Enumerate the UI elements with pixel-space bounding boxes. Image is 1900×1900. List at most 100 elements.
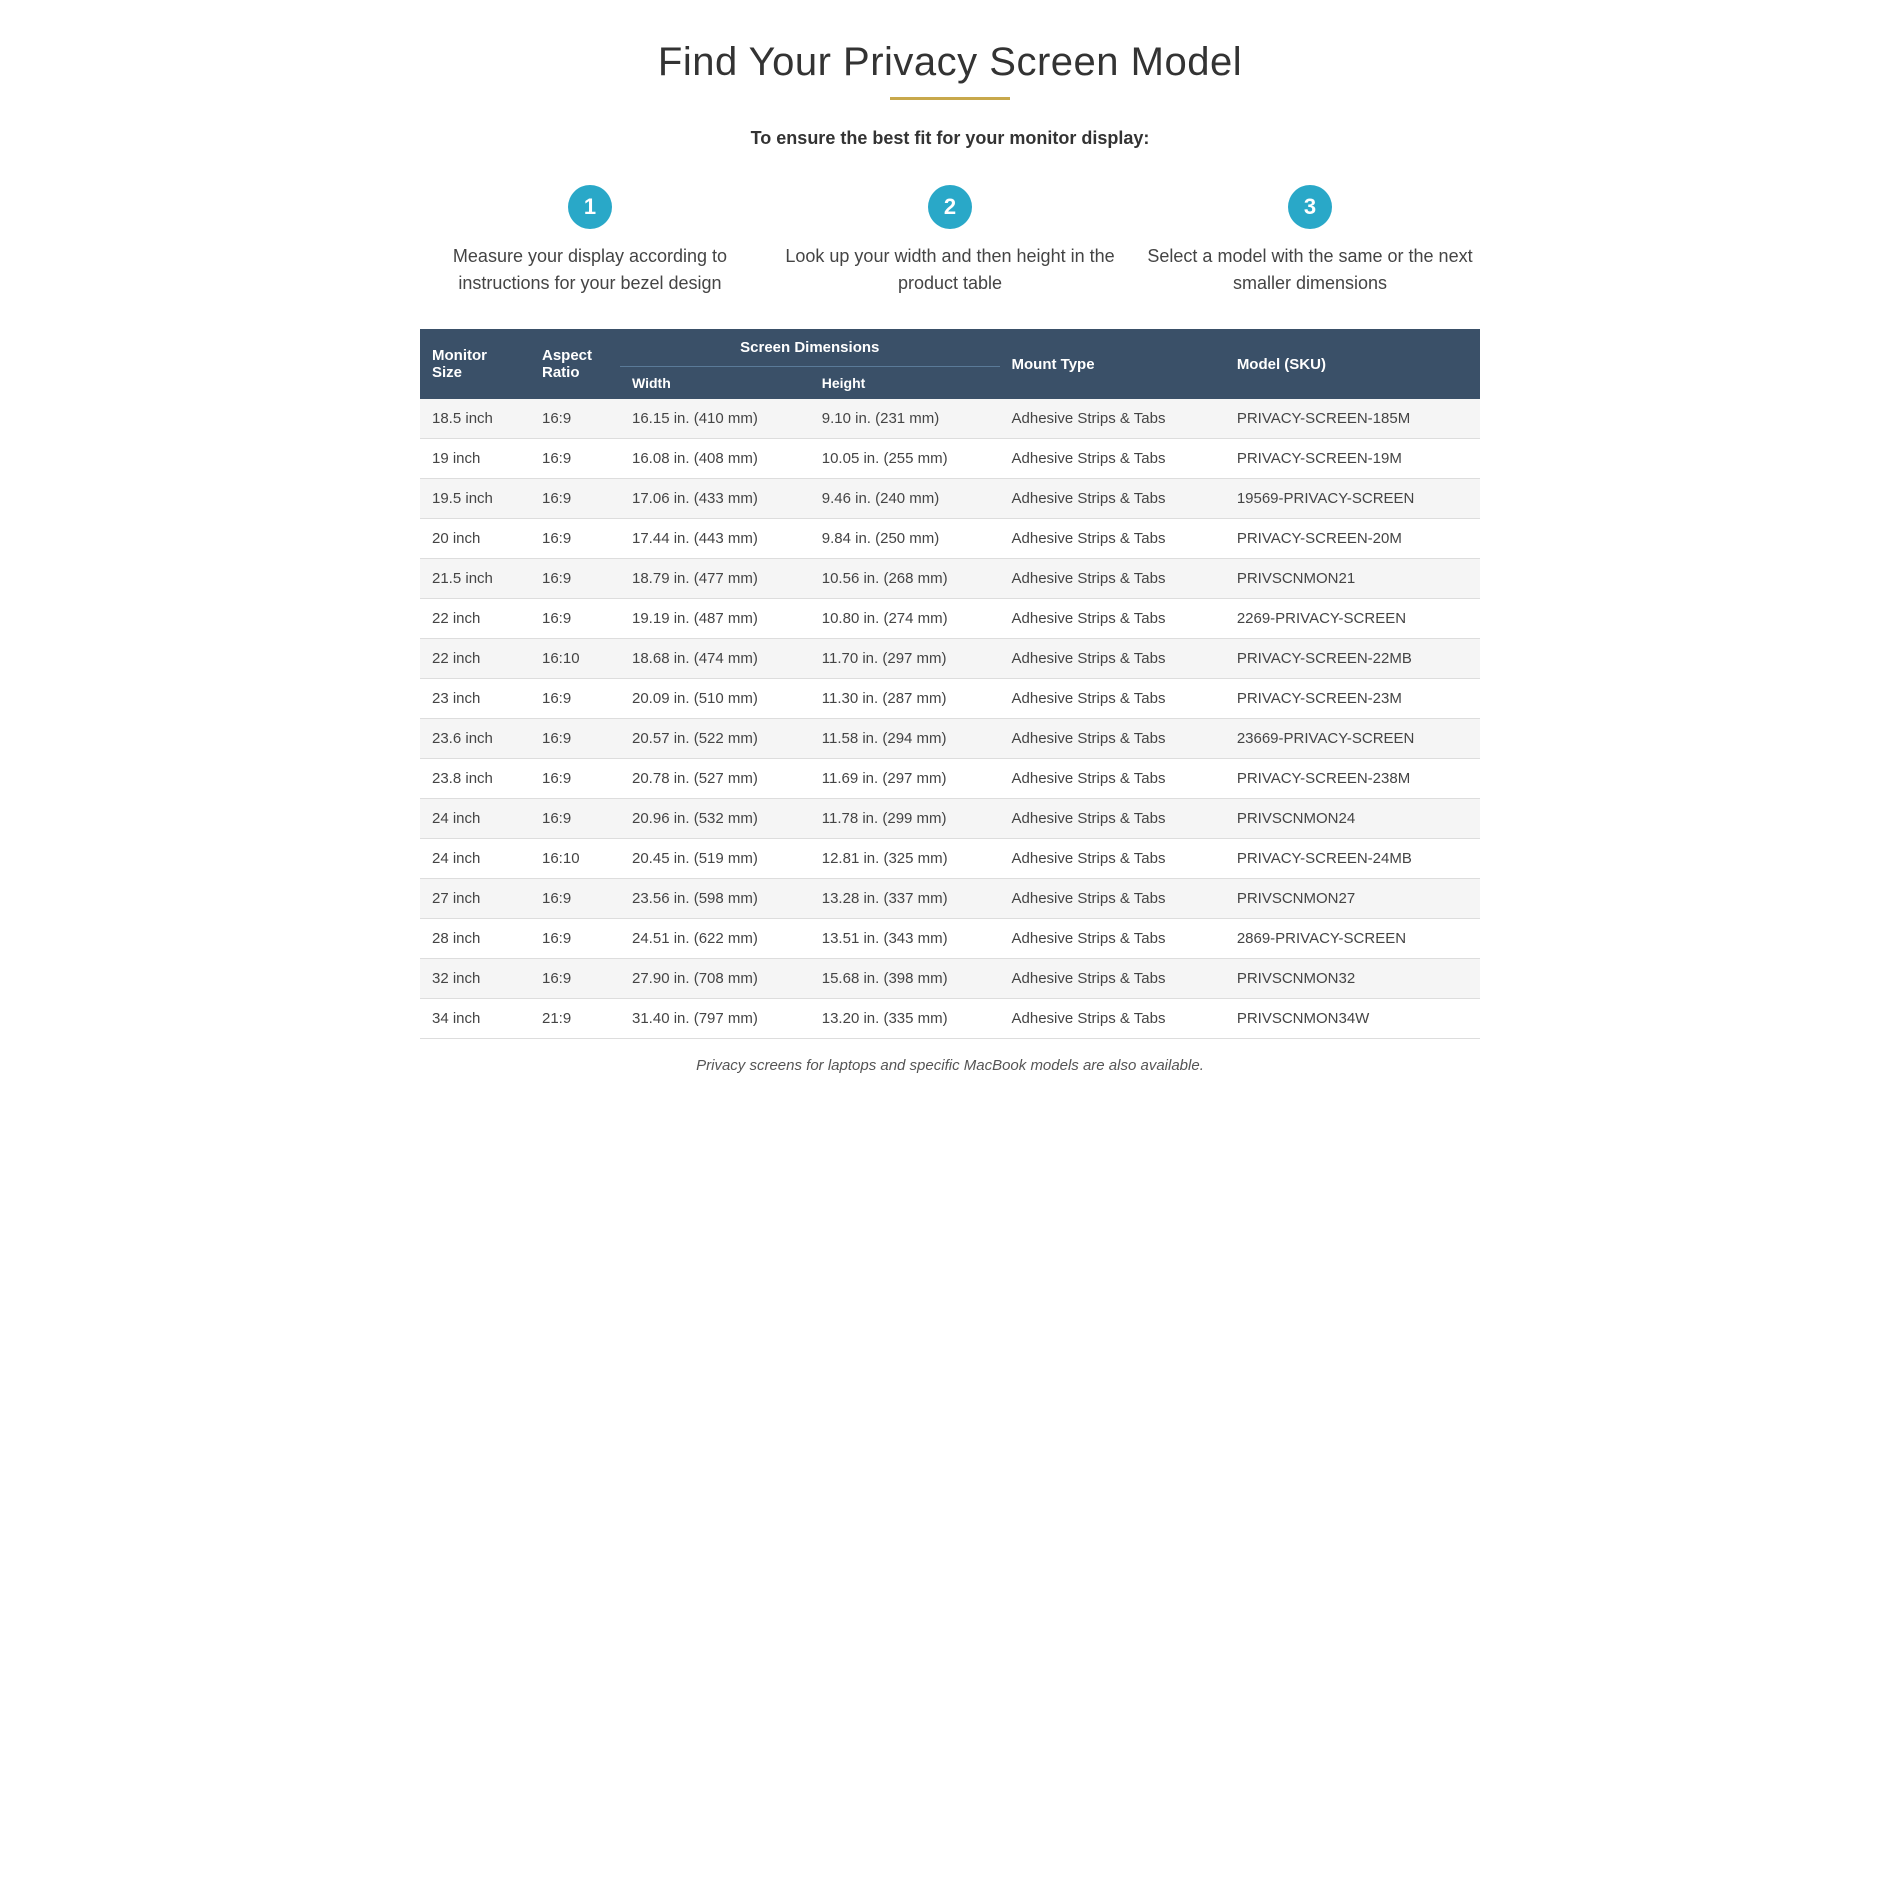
cell-mount-type: Adhesive Strips & Tabs — [1000, 679, 1225, 719]
cell-monitor-size: 23 inch — [420, 679, 530, 719]
cell-monitor-size: 19 inch — [420, 439, 530, 479]
cell-aspect-ratio: 16:9 — [530, 519, 620, 559]
cell-mount-type: Adhesive Strips & Tabs — [1000, 799, 1225, 839]
cell-aspect-ratio: 16:9 — [530, 559, 620, 599]
footer-note: Privacy screens for laptops and specific… — [420, 1057, 1480, 1074]
table-row: 28 inch 16:9 24.51 in. (622 mm) 13.51 in… — [420, 919, 1480, 959]
cell-mount-type: Adhesive Strips & Tabs — [1000, 919, 1225, 959]
cell-width: 23.56 in. (598 mm) — [620, 879, 810, 919]
table-row: 27 inch 16:9 23.56 in. (598 mm) 13.28 in… — [420, 879, 1480, 919]
cell-model-sku: 19569-PRIVACY-SCREEN — [1225, 479, 1480, 519]
cell-mount-type: Adhesive Strips & Tabs — [1000, 839, 1225, 879]
cell-monitor-size: 18.5 inch — [420, 399, 530, 439]
cell-model-sku: PRIVSCNMON24 — [1225, 799, 1480, 839]
cell-model-sku: PRIVACY-SCREEN-19M — [1225, 439, 1480, 479]
subtitle: To ensure the best fit for your monitor … — [420, 128, 1480, 149]
step-3-text: Select a model with the same or the next… — [1140, 243, 1480, 297]
col-header-aspect-ratio: Aspect Ratio — [530, 329, 620, 399]
cell-mount-type: Adhesive Strips & Tabs — [1000, 719, 1225, 759]
cell-mount-type: Adhesive Strips & Tabs — [1000, 519, 1225, 559]
cell-aspect-ratio: 16:9 — [530, 759, 620, 799]
cell-model-sku: PRIVACY-SCREEN-238M — [1225, 759, 1480, 799]
cell-height: 13.51 in. (343 mm) — [810, 919, 1000, 959]
cell-monitor-size: 23.8 inch — [420, 759, 530, 799]
cell-model-sku: PRIVSCNMON32 — [1225, 959, 1480, 999]
col-header-screen-dims: Screen Dimensions — [620, 329, 1000, 367]
cell-width: 20.45 in. (519 mm) — [620, 839, 810, 879]
cell-model-sku: PRIVACY-SCREEN-23M — [1225, 679, 1480, 719]
cell-monitor-size: 34 inch — [420, 999, 530, 1039]
step-2-circle: 2 — [928, 185, 972, 229]
steps-row: 1 Measure your display according to inst… — [420, 185, 1480, 297]
table-row: 23.6 inch 16:9 20.57 in. (522 mm) 11.58 … — [420, 719, 1480, 759]
cell-height: 11.30 in. (287 mm) — [810, 679, 1000, 719]
cell-width: 18.79 in. (477 mm) — [620, 559, 810, 599]
cell-monitor-size: 23.6 inch — [420, 719, 530, 759]
cell-monitor-size: 21.5 inch — [420, 559, 530, 599]
cell-model-sku: 2869-PRIVACY-SCREEN — [1225, 919, 1480, 959]
table-row: 32 inch 16:9 27.90 in. (708 mm) 15.68 in… — [420, 959, 1480, 999]
cell-monitor-size: 32 inch — [420, 959, 530, 999]
cell-monitor-size: 22 inch — [420, 599, 530, 639]
cell-monitor-size: 27 inch — [420, 879, 530, 919]
cell-model-sku: PRIVSCNMON34W — [1225, 999, 1480, 1039]
cell-height: 9.10 in. (231 mm) — [810, 399, 1000, 439]
table-row: 21.5 inch 16:9 18.79 in. (477 mm) 10.56 … — [420, 559, 1480, 599]
cell-height: 10.56 in. (268 mm) — [810, 559, 1000, 599]
cell-monitor-size: 19.5 inch — [420, 479, 530, 519]
table-row: 34 inch 21:9 31.40 in. (797 mm) 13.20 in… — [420, 999, 1480, 1039]
col-header-model-sku: Model (SKU) — [1225, 329, 1480, 399]
table-row: 23 inch 16:9 20.09 in. (510 mm) 11.30 in… — [420, 679, 1480, 719]
step-2: 2 Look up your width and then height in … — [780, 185, 1120, 297]
col-header-monitor-size: Monitor Size — [420, 329, 530, 399]
cell-aspect-ratio: 16:9 — [530, 919, 620, 959]
cell-height: 15.68 in. (398 mm) — [810, 959, 1000, 999]
table-row: 20 inch 16:9 17.44 in. (443 mm) 9.84 in.… — [420, 519, 1480, 559]
cell-width: 24.51 in. (622 mm) — [620, 919, 810, 959]
cell-aspect-ratio: 16:9 — [530, 719, 620, 759]
cell-height: 11.69 in. (297 mm) — [810, 759, 1000, 799]
cell-mount-type: Adhesive Strips & Tabs — [1000, 599, 1225, 639]
cell-model-sku: 2269-PRIVACY-SCREEN — [1225, 599, 1480, 639]
cell-mount-type: Adhesive Strips & Tabs — [1000, 639, 1225, 679]
cell-mount-type: Adhesive Strips & Tabs — [1000, 439, 1225, 479]
cell-width: 27.90 in. (708 mm) — [620, 959, 810, 999]
cell-height: 9.46 in. (240 mm) — [810, 479, 1000, 519]
cell-aspect-ratio: 16:9 — [530, 679, 620, 719]
cell-aspect-ratio: 16:9 — [530, 959, 620, 999]
cell-height: 10.80 in. (274 mm) — [810, 599, 1000, 639]
cell-width: 31.40 in. (797 mm) — [620, 999, 810, 1039]
cell-model-sku: PRIVACY-SCREEN-24MB — [1225, 839, 1480, 879]
cell-mount-type: Adhesive Strips & Tabs — [1000, 559, 1225, 599]
col-header-mount-type: Mount Type — [1000, 329, 1225, 399]
table-row: 24 inch 16:9 20.96 in. (532 mm) 11.78 in… — [420, 799, 1480, 839]
cell-aspect-ratio: 16:10 — [530, 839, 620, 879]
step-1-text: Measure your display according to instru… — [420, 243, 760, 297]
cell-width: 20.57 in. (522 mm) — [620, 719, 810, 759]
cell-model-sku: PRIVSCNMON27 — [1225, 879, 1480, 919]
cell-monitor-size: 28 inch — [420, 919, 530, 959]
cell-aspect-ratio: 16:9 — [530, 399, 620, 439]
cell-aspect-ratio: 16:10 — [530, 639, 620, 679]
cell-mount-type: Adhesive Strips & Tabs — [1000, 999, 1225, 1039]
cell-monitor-size: 24 inch — [420, 799, 530, 839]
cell-mount-type: Adhesive Strips & Tabs — [1000, 759, 1225, 799]
product-table: Monitor Size Aspect Ratio Screen Dimensi… — [420, 329, 1480, 1039]
cell-aspect-ratio: 16:9 — [530, 879, 620, 919]
table-row: 22 inch 16:9 19.19 in. (487 mm) 10.80 in… — [420, 599, 1480, 639]
table-row: 18.5 inch 16:9 16.15 in. (410 mm) 9.10 i… — [420, 399, 1480, 439]
title-divider — [890, 97, 1010, 100]
step-2-text: Look up your width and then height in th… — [780, 243, 1120, 297]
cell-model-sku: PRIVSCNMON21 — [1225, 559, 1480, 599]
cell-monitor-size: 22 inch — [420, 639, 530, 679]
cell-width: 17.06 in. (433 mm) — [620, 479, 810, 519]
table-row: 19 inch 16:9 16.08 in. (408 mm) 10.05 in… — [420, 439, 1480, 479]
cell-model-sku: PRIVACY-SCREEN-185M — [1225, 399, 1480, 439]
page-title: Find Your Privacy Screen Model — [420, 40, 1480, 85]
cell-model-sku: PRIVACY-SCREEN-20M — [1225, 519, 1480, 559]
cell-mount-type: Adhesive Strips & Tabs — [1000, 959, 1225, 999]
table-row: 19.5 inch 16:9 17.06 in. (433 mm) 9.46 i… — [420, 479, 1480, 519]
cell-aspect-ratio: 16:9 — [530, 799, 620, 839]
cell-width: 16.15 in. (410 mm) — [620, 399, 810, 439]
table-row: 24 inch 16:10 20.45 in. (519 mm) 12.81 i… — [420, 839, 1480, 879]
